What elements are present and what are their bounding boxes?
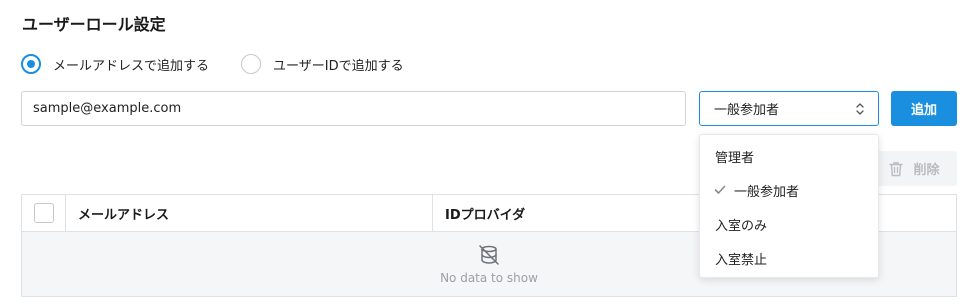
- chevron-up-down-icon: [856, 102, 864, 115]
- add-mode-radio-group: メールアドレスで追加する ユーザーIDで追加する: [21, 53, 436, 75]
- trash-icon: [889, 161, 904, 176]
- radio-indicator[interactable]: [241, 54, 262, 74]
- add-button[interactable]: 追加: [891, 91, 957, 126]
- role-select-value: 一般参加者: [714, 103, 780, 118]
- check-icon: [714, 185, 726, 194]
- no-data-icon: [479, 244, 499, 265]
- delete-button-label: 削除: [913, 163, 940, 178]
- role-option-label: 一般参加者: [734, 184, 800, 200]
- radio-label: ユーザーIDで追加する: [273, 58, 404, 74]
- role-option-admin[interactable]: 管理者: [700, 139, 878, 173]
- radio-indicator-checked[interactable]: [21, 54, 41, 74]
- email-input[interactable]: [21, 91, 686, 126]
- column-header-id-provider[interactable]: IDプロバイダ: [433, 195, 733, 232]
- radio-label: メールアドレスで追加する: [53, 58, 210, 74]
- radio-add-by-user-id[interactable]: ユーザーIDで追加する: [241, 54, 404, 74]
- role-select[interactable]: 一般参加者: [699, 91, 879, 126]
- role-option-participant[interactable]: 一般参加者: [700, 173, 878, 207]
- radio-add-by-email[interactable]: メールアドレスで追加する: [21, 54, 209, 74]
- role-dropdown-menu: 管理者 一般参加者 入室のみ 入室禁止: [699, 134, 879, 278]
- select-all-checkbox[interactable]: [33, 203, 54, 223]
- empty-state-text: No data to show: [440, 270, 538, 285]
- role-option-banned[interactable]: 入室禁止: [700, 241, 878, 275]
- delete-button[interactable]: 削除: [872, 151, 957, 186]
- column-header-email[interactable]: メールアドレス: [66, 194, 433, 232]
- select-all-cell: [22, 194, 66, 232]
- page-title: ユーザーロール設定: [22, 15, 166, 34]
- role-option-entry-only[interactable]: 入室のみ: [700, 207, 878, 241]
